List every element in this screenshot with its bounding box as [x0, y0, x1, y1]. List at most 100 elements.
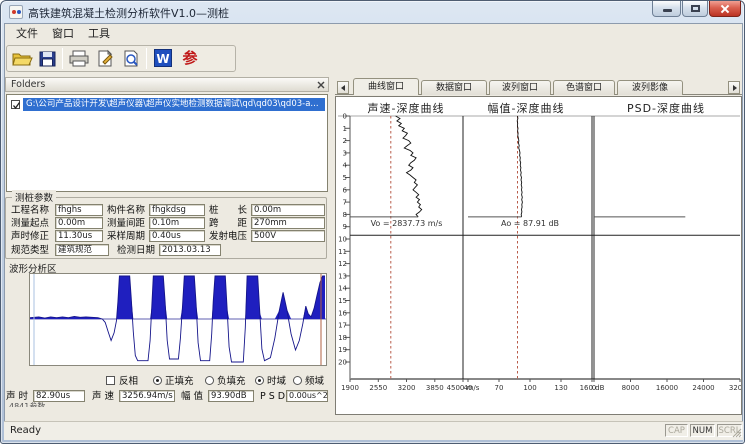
status-bar [4, 421, 743, 440]
svg-text:3: 3 [343, 149, 347, 157]
svg-text:20: 20 [338, 359, 347, 367]
page-magnifier-icon [119, 48, 143, 69]
param-field-time-corr[interactable]: 11.30us [55, 230, 103, 242]
close-icon [317, 81, 325, 89]
tab-data-window[interactable]: 数据窗口 [421, 80, 487, 95]
fill-negative-radio[interactable] [205, 376, 214, 385]
word-export-button[interactable]: W [151, 48, 175, 69]
param-field-span[interactable]: 270mm [251, 217, 325, 229]
svg-text:19: 19 [338, 346, 347, 354]
tab-wavetrain-window[interactable]: 波列窗口 [489, 80, 551, 95]
arrow-left-icon [341, 85, 345, 91]
svg-text:24000: 24000 [692, 384, 714, 392]
param-field-date[interactable]: 2013.03.13 [159, 244, 221, 256]
svg-text:12: 12 [338, 260, 347, 268]
svg-text:13: 13 [338, 272, 347, 280]
charts-svg: 0123456789101112131415161718192019002550… [336, 97, 741, 414]
svg-text:40: 40 [464, 384, 473, 392]
amplitude-label: 幅 值 [181, 391, 203, 403]
sound-time-field[interactable]: 82.90us [33, 390, 85, 402]
svg-text:1900: 1900 [341, 384, 359, 392]
invert-label: 反相 [119, 376, 138, 387]
print-button[interactable] [67, 48, 91, 69]
svg-text:70: 70 [495, 384, 504, 392]
svg-text:14: 14 [338, 285, 347, 293]
param-field-voltage[interactable]: 500V [251, 230, 325, 242]
param-label: 发射电压 [209, 231, 247, 243]
tab-scroll-left-button[interactable] [337, 81, 349, 94]
waveform-svg [30, 274, 326, 365]
tab-curve-window[interactable]: 曲线窗口 [353, 78, 419, 95]
param-field-pile-length[interactable]: 0.00m [251, 204, 325, 216]
clipped-bottom-text: 4841参数 [9, 402, 139, 407]
save-button[interactable] [36, 48, 60, 69]
maximize-button[interactable] [682, 1, 708, 17]
psd-field[interactable]: 0.00us^2/m [286, 390, 328, 402]
grip-icon [731, 427, 742, 438]
param-field-start[interactable]: 0.00m [55, 217, 103, 229]
app-icon [9, 5, 23, 19]
param-field-spec-type[interactable]: 建筑规范 [55, 244, 109, 256]
param-label: 构件名称 [107, 205, 145, 217]
pile-params-title: 测桩参数 [12, 190, 56, 204]
waveform-canvas[interactable] [29, 273, 327, 366]
menu-tools[interactable]: 工具 [79, 26, 119, 42]
app-window: 高铁建筑混凝土检测分析软件V1.0—测桩 文件 窗口 工具 W 参 Folder… [0, 0, 745, 444]
svg-text:6: 6 [343, 186, 348, 194]
param-char-icon: 参 [182, 48, 197, 68]
tab-spectrum-window[interactable]: 色谱窗口 [553, 80, 615, 95]
close-icon [720, 4, 730, 14]
param-field-component[interactable]: fhgkdsg [149, 204, 205, 216]
svg-text:3200: 3200 [398, 384, 416, 392]
minimize-button[interactable] [652, 1, 681, 17]
status-message: Ready [10, 425, 41, 436]
amplitude-chart-title: 幅值-深度曲线 [461, 100, 591, 116]
sound-speed-field[interactable]: 3256.94m/s [119, 390, 175, 402]
open-file-button[interactable] [10, 48, 34, 69]
page-pen-icon [93, 48, 117, 69]
save-icon [36, 48, 60, 69]
freq-domain-radio[interactable] [293, 376, 302, 385]
file-list[interactable]: G:\公司产品设计开发\超声仪器\超声仪实地检测数据调试\qd\qd03\qd0… [6, 94, 328, 192]
file-list-item[interactable]: G:\公司产品设计开发\超声仪器\超声仪实地检测数据调试\qd\qd03\qd0… [9, 98, 325, 111]
window-title: 高铁建筑混凝土检测分析软件V1.0—测桩 [28, 5, 229, 21]
export-report-button[interactable] [93, 48, 117, 69]
svg-text:8: 8 [343, 211, 347, 219]
print-preview-button[interactable] [119, 48, 143, 69]
tab-wavetrain-image[interactable]: 波列影像 [617, 80, 683, 95]
amplitude-field[interactable]: 93.90dB [208, 390, 254, 402]
menu-window[interactable]: 窗口 [43, 26, 83, 42]
fill-positive-label: 正填充 [165, 376, 194, 387]
tab-scroll-right-button[interactable] [728, 81, 740, 94]
time-domain-label: 时域 [267, 376, 286, 387]
close-button[interactable] [709, 1, 741, 17]
pane-close-button[interactable] [317, 81, 325, 89]
param-field-sample-period[interactable]: 0.40us [149, 230, 205, 242]
svg-text:7: 7 [343, 199, 347, 207]
svg-text:3850: 3850 [426, 384, 444, 392]
title-bar[interactable]: 高铁建筑混凝土检测分析软件V1.0—测桩 [1, 1, 744, 23]
svg-text:9: 9 [343, 223, 347, 231]
svg-text:0: 0 [592, 384, 596, 392]
maximize-icon [691, 5, 700, 12]
param-field-interval[interactable]: 0.10m [149, 217, 205, 229]
invert-checkbox[interactable] [106, 376, 115, 385]
param-label: 声时修正 [11, 231, 49, 243]
svg-text:11: 11 [338, 248, 347, 256]
param-label: 工程名称 [11, 205, 49, 217]
arrow-right-icon [733, 85, 737, 91]
folders-pane-title: Folders [11, 79, 45, 90]
svg-text:8000: 8000 [622, 384, 640, 392]
fill-positive-radio[interactable] [153, 376, 162, 385]
checkbox-checked-icon[interactable] [11, 100, 20, 109]
param-field-project[interactable]: fhghs [55, 204, 103, 216]
curve-chart-area[interactable]: 0123456789101112131415161718192019002550… [335, 96, 742, 415]
svg-text:2550: 2550 [369, 384, 387, 392]
folders-pane-header[interactable]: Folders [5, 77, 329, 92]
svg-text:10: 10 [338, 236, 347, 244]
open-folder-icon [10, 48, 34, 69]
menu-file[interactable]: 文件 [7, 26, 47, 42]
fill-negative-label: 负填充 [217, 376, 246, 387]
parameter-button[interactable]: 参 [178, 48, 202, 69]
time-domain-radio[interactable] [255, 376, 264, 385]
